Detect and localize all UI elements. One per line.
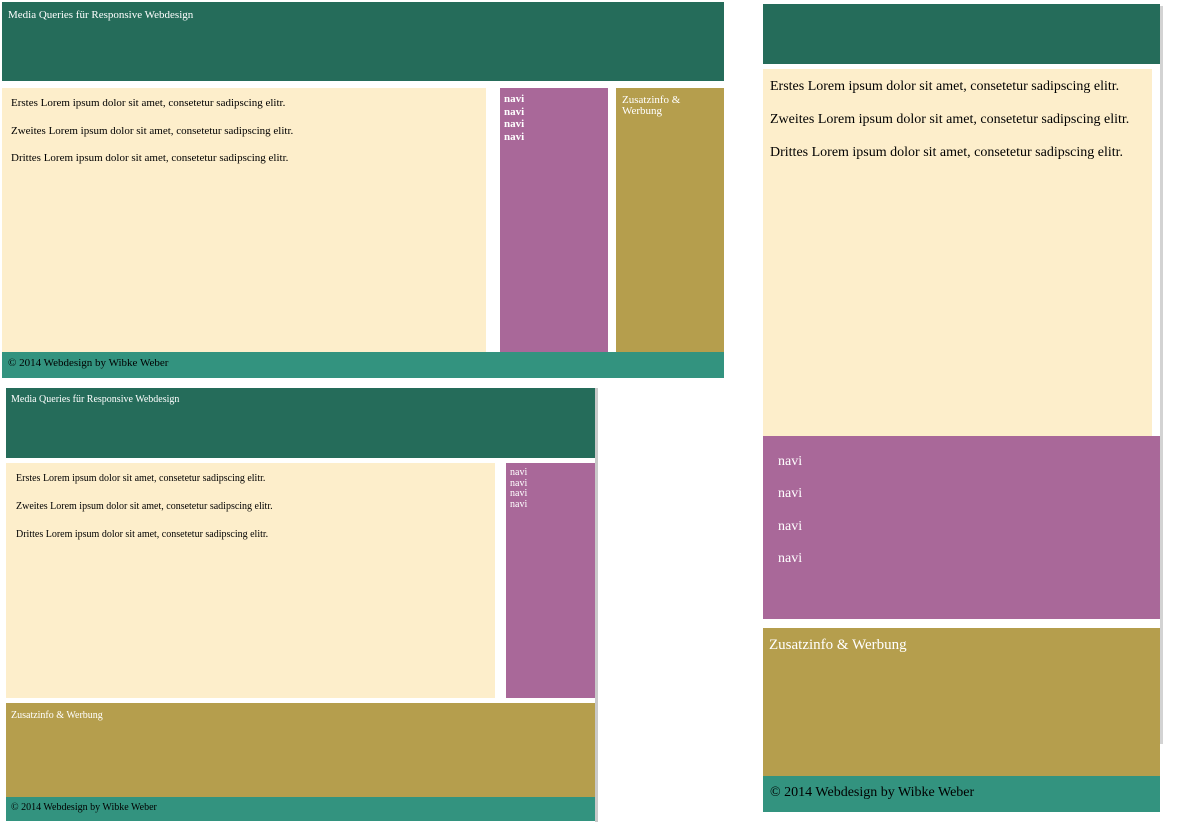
nav-item-2[interactable]: navi (510, 478, 591, 489)
footer: © 2014 Webdesign by Wibke Weber (6, 797, 595, 821)
nav-list: navi navi navi navi (778, 454, 1145, 583)
paragraph-2: Zweites Lorem ipsum dolor sit amet, cons… (16, 501, 273, 512)
aside-text: Zusatzinfo & Werbung (11, 710, 103, 721)
layout-medium: Media Queries für Responsive Webdesign E… (6, 388, 598, 822)
nav-item-4[interactable]: navi (510, 499, 591, 510)
nav-list: navi navi navi navi (504, 93, 604, 143)
paragraph-3: Drittes Lorem ipsum dolor sit amet, cons… (770, 145, 1124, 160)
footer-text: © 2014 Webdesign by Wibke Weber (11, 802, 157, 813)
layout-narrow: Erstes Lorem ipsum dolor sit amet, conse… (763, 4, 1165, 812)
main-content: Erstes Lorem ipsum dolor sit amet, conse… (6, 463, 495, 698)
nav-item-3[interactable]: navi (778, 519, 1145, 551)
nav-item-3[interactable]: navi (504, 118, 604, 131)
main-content: Erstes Lorem ipsum dolor sit amet, conse… (763, 69, 1152, 436)
nav-item-1[interactable]: navi (504, 93, 604, 106)
aside: Zusatzinfo & Werbung (6, 703, 595, 797)
header: Media Queries für Responsive Webdesign (6, 388, 595, 458)
scrollbar[interactable] (1160, 6, 1163, 744)
nav-list: navi navi navi navi (510, 467, 591, 510)
paragraph-3: Drittes Lorem ipsum dolor sit amet, cons… (16, 529, 269, 540)
nav-item-3[interactable]: navi (510, 488, 591, 500)
nav-item-1[interactable]: navi (510, 467, 591, 478)
paragraph-1: Erstes Lorem ipsum dolor sit amet, conse… (11, 97, 286, 109)
header-title: Media Queries für Responsive Webdesign (11, 394, 180, 405)
paragraph-2: Zweites Lorem ipsum dolor sit amet, cons… (770, 112, 1130, 127)
nav-item-4[interactable]: navi (504, 131, 604, 144)
footer-text: © 2014 Webdesign by Wibke Weber (8, 357, 169, 369)
paragraph-1: Erstes Lorem ipsum dolor sit amet, conse… (16, 473, 266, 484)
aside-text: Zusatzinfo & Werbung (622, 94, 681, 117)
navigation: navi navi navi navi (500, 88, 608, 352)
header: Media Queries für Responsive Webdesign (2, 2, 724, 81)
paragraph-3: Drittes Lorem ipsum dolor sit amet, cons… (11, 152, 289, 164)
aside: Zusatzinfo & Werbung (763, 628, 1160, 776)
nav-item-2[interactable]: navi (778, 486, 1145, 518)
header (763, 4, 1160, 64)
paragraph-2: Zweites Lorem ipsum dolor sit amet, cons… (11, 124, 294, 137)
nav-item-2[interactable]: navi (504, 106, 604, 119)
aside: Zusatzinfo & Werbung (616, 88, 724, 352)
nav-item-1[interactable]: navi (778, 454, 1145, 486)
footer: © 2014 Webdesign by Wibke Weber (763, 776, 1160, 812)
aside-text: Zusatzinfo & Werbung (769, 637, 907, 653)
navigation: navi navi navi navi (763, 436, 1160, 619)
scrollbar[interactable] (595, 388, 598, 822)
layout-wide: Media Queries für Responsive Webdesign E… (2, 2, 724, 378)
footer-text: © 2014 Webdesign by Wibke Weber (770, 785, 975, 800)
footer: © 2014 Webdesign by Wibke Weber (2, 352, 724, 378)
main-content: Erstes Lorem ipsum dolor sit amet, conse… (2, 88, 486, 352)
header-title: Media Queries für Responsive Webdesign (8, 9, 194, 21)
paragraph-1: Erstes Lorem ipsum dolor sit amet, conse… (770, 79, 1120, 94)
navigation: navi navi navi navi (506, 463, 595, 698)
nav-item-4[interactable]: navi (778, 551, 1145, 583)
